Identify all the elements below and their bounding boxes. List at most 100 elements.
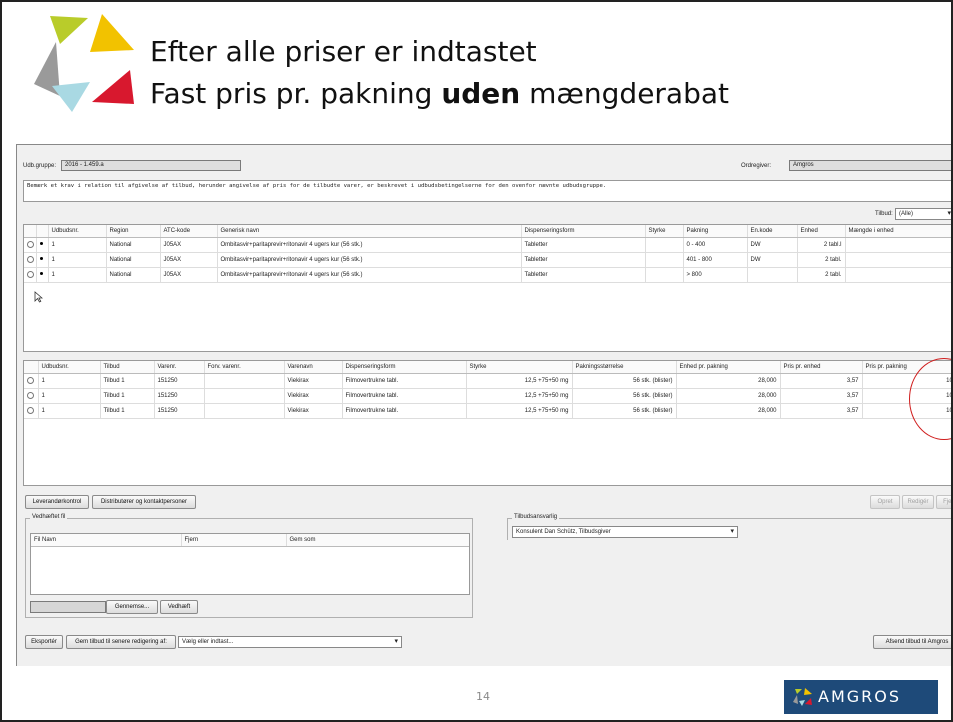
slide: Efter alle priser er indtastet Fast pris… (0, 0, 953, 722)
title-text-post: mængderabat (520, 77, 730, 110)
tilbudsansvarlig-select[interactable]: Konsulent Dan Schütz, Tilbudsgiver ▾ (512, 526, 738, 538)
tilbud-filter-select[interactable]: (Alle) ▾ (895, 208, 951, 220)
afsend-tilbud-button[interactable]: Afsend tilbud til Amgros (873, 635, 951, 649)
ordregiver-label: Ordregiver: (741, 163, 772, 169)
col-varenr[interactable]: Varenr. (154, 361, 205, 374)
cell: 1 (48, 252, 107, 268)
opret-button[interactable]: Opret (870, 495, 900, 509)
row-radio[interactable] (27, 376, 34, 384)
attached-files-table: Fil Navn Fjern Gem som (30, 533, 470, 595)
col-udbudsnr[interactable]: Udbudsnr. (38, 361, 101, 374)
cell: Filmovertrukne tabl. (342, 388, 467, 404)
table-row[interactable]: 1 Tilbud 1 151250 Viekirax Filmovertrukn… (24, 388, 951, 404)
cell: > 800 (683, 267, 748, 283)
redigering-select[interactable]: Vælg eller indtast... ▾ (178, 636, 402, 648)
col-dispenseringsform[interactable]: Dispenseringsform (521, 225, 646, 238)
tilbudsansvarlig-group: Tilbudsansvarlig Konsulent Dan Schütz, T… (507, 514, 951, 540)
cell: Viekirax (284, 373, 343, 389)
cell: 12,5 +75+50 mg (466, 403, 573, 419)
title-text-pre: Fast pris pr. pakning (150, 77, 442, 110)
leverandorkontrol-button[interactable]: Leverandørkontrol (25, 495, 89, 509)
cell (645, 252, 684, 268)
col-styrke[interactable]: Styrke (645, 225, 684, 238)
cell: 1 (48, 267, 107, 283)
table-row[interactable]: 1 National J05AX Ombitasvir+paritaprevir… (24, 267, 951, 283)
udb-gruppe-label: Udb.gruppe: (23, 163, 57, 169)
top-items-table: Udbudsnr. Region ATC-kode Generisk navn … (23, 224, 951, 352)
cell: J05AX (160, 252, 218, 268)
col-atc-kode[interactable]: ATC-kode (160, 225, 218, 238)
ordregiver-field[interactable]: Amgros (789, 160, 951, 171)
vedhaeftet-fil-group: Vedhæftet fil Fil Navn Fjern Gem som Gen… (25, 514, 473, 618)
fjern-button[interactable]: Fjern (936, 495, 951, 509)
cell: Tabletter (521, 252, 646, 268)
col-forv-varenr[interactable]: Forv. varenr. (204, 361, 285, 374)
file-path-field[interactable] (30, 601, 106, 613)
cell: 2 tabl. (797, 267, 846, 283)
tilbud-filter-value: (Alle) (899, 211, 914, 217)
cell: 1 (38, 388, 101, 404)
cell: National (106, 237, 161, 253)
row-radio[interactable] (27, 406, 34, 414)
col-tilbud[interactable]: Tilbud (100, 361, 155, 374)
gennemse-button[interactable]: Gennemse... (106, 600, 158, 614)
col-fil-navn[interactable]: Fil Navn (31, 534, 182, 547)
cell: Tilbud 1 (100, 373, 155, 389)
row-radio[interactable] (27, 255, 34, 263)
col-enhed[interactable]: Enhed (797, 225, 846, 238)
row-radio[interactable] (27, 240, 34, 248)
cell: 1 (38, 403, 101, 419)
row-radio[interactable] (27, 391, 34, 399)
col-enhed-pr-pakning[interactable]: Enhed pr. pakning (676, 361, 781, 374)
amgros-triangle-logo (34, 14, 134, 112)
col-styrke[interactable]: Styrke (466, 361, 573, 374)
cell: 12,5 +75+50 mg (466, 388, 573, 404)
col-pakningsstorrelse[interactable]: Pakningsstørrelse (572, 361, 677, 374)
title-text-bold: uden (441, 77, 521, 110)
distributorer-button[interactable]: Distributører og kontaktpersoner (92, 495, 196, 509)
cell: Tabletter (521, 237, 646, 253)
row-radio[interactable] (27, 270, 34, 278)
cell: 56 stk. (blister) (572, 388, 677, 404)
udb-gruppe-field[interactable]: 2016 - 1.459.a (61, 160, 241, 171)
col-maengde-i-enhed[interactable]: Mængde i enhed (845, 225, 951, 238)
cell: 151250 (154, 388, 205, 404)
offer-application-window: Udb.gruppe: 2016 - 1.459.a Ordregiver: A… (16, 144, 951, 666)
col-pris-pr-enhed[interactable]: Pris pr. enhed (780, 361, 863, 374)
cell: DW (747, 237, 798, 253)
col-pakning[interactable]: Pakning (683, 225, 748, 238)
cell: 1 (38, 373, 101, 389)
table-row[interactable]: 1 National J05AX Ombitasvir+paritaprevir… (24, 237, 951, 253)
cell: J05AX (160, 237, 218, 253)
col-generisk-navn[interactable]: Generisk navn (217, 225, 522, 238)
col-select-radio (24, 361, 39, 374)
col-varenavn[interactable]: Varenavn (284, 361, 343, 374)
row-indicator-dot (39, 272, 43, 276)
redigering-placeholder: Vælg eller indtast... (182, 639, 234, 645)
chevron-down-icon: ▾ (947, 210, 951, 217)
eksporter-button[interactable]: Eksportér (25, 635, 63, 649)
vedhaeft-button[interactable]: Vedhæft (160, 600, 198, 614)
col-en-kode[interactable]: En.kode (747, 225, 798, 238)
row-indicator-dot (39, 242, 43, 246)
cell: Tilbud 1 (100, 403, 155, 419)
cell: National (106, 252, 161, 268)
col-fjern[interactable]: Fjern (181, 534, 287, 547)
cell: Viekirax (284, 388, 343, 404)
table-row[interactable]: 1 Tilbud 1 151250 Viekirax Filmovertrukn… (24, 373, 951, 389)
cell (204, 403, 285, 419)
slide-title-line1: Efter alle priser er indtastet (150, 35, 537, 68)
cell: 1 (48, 237, 107, 253)
col-gem-som[interactable]: Gem som (286, 534, 469, 547)
cell: 12,5 +75+50 mg (466, 373, 573, 389)
col-dispenseringsform[interactable]: Dispenseringsform (342, 361, 467, 374)
col-select-radio (24, 225, 37, 238)
col-udbudsnr[interactable]: Udbudsnr. (48, 225, 107, 238)
rediger-button[interactable]: Redigér (902, 495, 934, 509)
cell: Filmovertrukne tabl. (342, 403, 467, 419)
table-row[interactable]: 1 National J05AX Ombitasvir+paritaprevir… (24, 252, 951, 268)
table-row[interactable]: 1 Tilbud 1 151250 Viekirax Filmovertrukn… (24, 403, 951, 419)
col-region[interactable]: Region (106, 225, 161, 238)
gem-tilbud-button[interactable]: Gem tilbud til senere redigering af: (66, 635, 176, 649)
tilbudsansvarlig-value: Konsulent Dan Schütz, Tilbudsgiver (516, 529, 611, 535)
